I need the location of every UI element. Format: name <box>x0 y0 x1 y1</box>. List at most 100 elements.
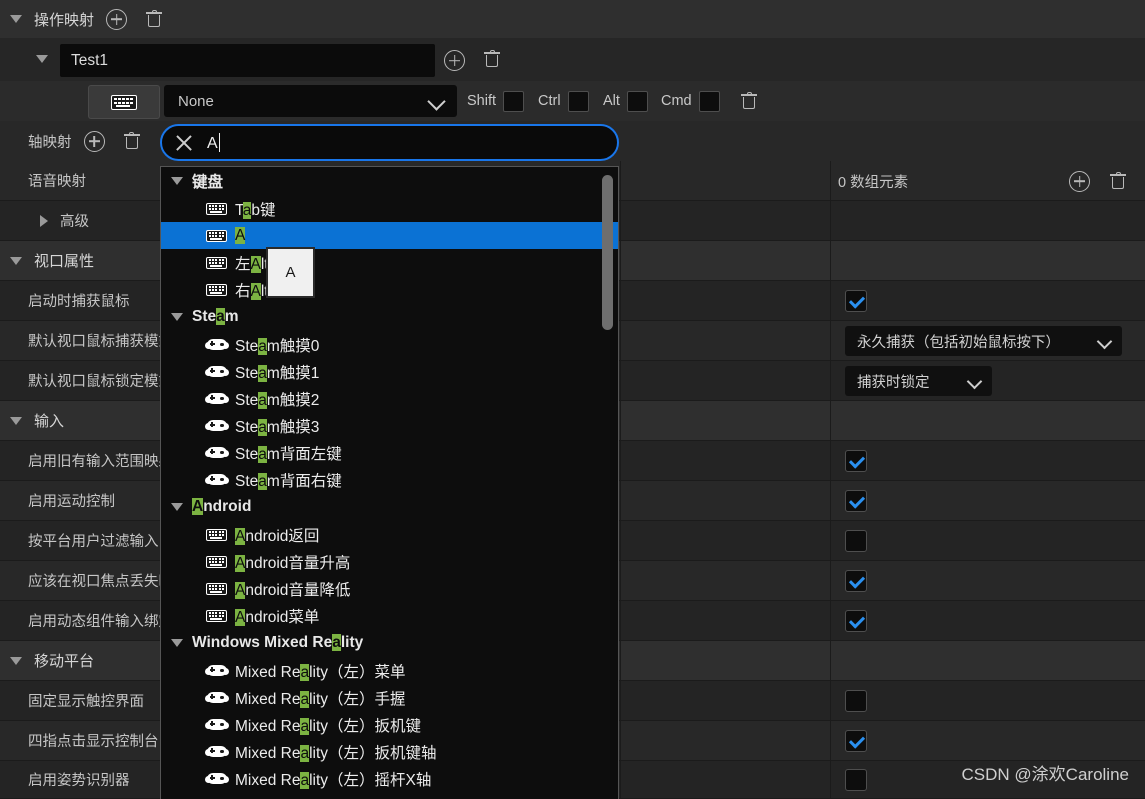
key-list-item[interactable]: Android菜单 <box>161 602 618 629</box>
category-label: 视口属性 <box>34 253 95 270</box>
property-combo[interactable]: 捕获时锁定 <box>845 366 992 396</box>
triangle-right-icon[interactable] <box>40 214 48 227</box>
property-checkbox[interactable] <box>845 490 867 512</box>
property-checkbox[interactable] <box>845 290 867 312</box>
add-key-binding-button[interactable] <box>444 50 465 71</box>
key-item-label: Steam触摸3 <box>235 418 320 436</box>
key-list-item[interactable]: A <box>161 222 618 249</box>
keyboard-icon <box>206 528 227 541</box>
key-group-name: Android <box>192 498 252 515</box>
property-checkbox[interactable] <box>845 570 867 592</box>
key-list-item[interactable]: Steam背面左键 <box>161 439 618 466</box>
key-list-item[interactable]: Mixed Reality（左）扳机键 <box>161 711 618 738</box>
key-list-item[interactable]: Android返回 <box>161 521 618 548</box>
triangle-down-icon[interactable] <box>10 15 22 23</box>
key-group-header[interactable]: Steam <box>161 303 618 331</box>
property-combo[interactable]: 永久捕获（包括初始鼠标按下） <box>845 326 1122 356</box>
delete-action-mapping-button[interactable] <box>146 10 163 28</box>
key-group-header[interactable]: Windows Mixed Reality <box>161 629 618 657</box>
triangle-down-icon[interactable] <box>171 177 183 185</box>
key-list-item[interactable]: Steam背面右键 <box>161 466 618 493</box>
key-list-item[interactable]: Mixed Reality（左）菜单 <box>161 657 618 684</box>
property-checkbox[interactable] <box>845 450 867 472</box>
add-array-element-button[interactable] <box>1069 170 1091 192</box>
property-checkbox[interactable] <box>845 530 867 552</box>
key-list-item[interactable]: 左Alt <box>161 249 618 276</box>
add-axis-mapping-button[interactable] <box>83 130 105 152</box>
triangle-down-icon[interactable] <box>10 416 22 425</box>
action-mapping-entry-row: Test1 <box>0 38 1145 82</box>
key-item-icon <box>203 473 230 486</box>
column-splitter-right[interactable] <box>830 161 831 799</box>
delete-axis-mapping-button[interactable] <box>123 132 140 150</box>
modifier-cmd[interactable]: Cmd <box>661 81 734 121</box>
triangle-down-icon[interactable] <box>10 656 22 665</box>
key-select-combo[interactable]: None <box>164 85 457 117</box>
triangle-down-icon[interactable] <box>36 55 48 63</box>
gamepad-icon <box>204 718 229 731</box>
property-label: 启用动态组件输入绑定 <box>28 614 173 630</box>
key-list-item[interactable]: Tab键 <box>161 195 618 222</box>
clear-x-icon[interactable] <box>175 134 193 152</box>
key-list-item[interactable]: Mixed Reality（左）扳机键轴 <box>161 738 618 765</box>
key-list-item[interactable]: Steam触摸2 <box>161 385 618 412</box>
triangle-down-icon[interactable] <box>171 503 183 511</box>
gamepad-icon <box>204 473 229 486</box>
delete-key-binding-button[interactable] <box>741 92 757 110</box>
key-group-header[interactable]: Android <box>161 493 618 521</box>
key-search-box[interactable]: A <box>160 124 619 161</box>
gamepad-icon <box>204 338 229 351</box>
key-list-item[interactable]: Steam触摸0 <box>161 331 618 358</box>
property-label: 启用旧有输入范围映射 <box>28 454 173 470</box>
trash-icon <box>123 132 140 150</box>
delete-action-button[interactable] <box>484 50 500 68</box>
delete-array-button[interactable] <box>1110 172 1127 190</box>
modifier-ctrl-checkbox[interactable] <box>567 90 589 112</box>
modifier-ctrl[interactable]: Ctrl <box>538 81 603 121</box>
keyboard-icon <box>206 283 227 296</box>
key-list-item[interactable]: Mixed Reality（左）手握 <box>161 684 618 711</box>
key-item-icon <box>203 283 230 296</box>
keyboard-icon <box>206 256 227 269</box>
scrollbar-thumb[interactable] <box>602 175 613 330</box>
key-results-list[interactable]: 键盘 Tab键 A 左Alt 右Alt Steam Steam触摸0 Steam触摸1 Stea… <box>160 166 619 799</box>
trash-icon <box>1110 172 1127 190</box>
category-label: 输入 <box>34 413 65 430</box>
gamepad-icon <box>204 745 229 758</box>
keyboard-icon <box>206 229 227 242</box>
modifier-cmd-label: Cmd <box>661 93 692 109</box>
key-search-input[interactable]: A <box>207 132 221 153</box>
key-item-label: Steam触摸2 <box>235 391 320 409</box>
key-list-item[interactable]: 右Alt <box>161 276 618 303</box>
property-checkbox[interactable] <box>845 610 867 632</box>
modifier-alt-checkbox[interactable] <box>626 90 648 112</box>
keyboard-icon <box>111 94 137 110</box>
key-item-icon <box>203 338 230 351</box>
modifier-cmd-checkbox[interactable] <box>698 90 720 112</box>
key-item-label: Android音量升高 <box>235 554 351 572</box>
add-action-mapping-button[interactable] <box>106 8 128 30</box>
modifier-alt[interactable]: Alt <box>603 81 662 121</box>
array-value-cell: 0 数组元素 <box>838 161 1127 201</box>
key-group-header[interactable]: 键盘 <box>161 167 618 195</box>
key-list-scrollbar[interactable] <box>602 175 613 733</box>
device-keyboard-button[interactable] <box>88 85 160 119</box>
column-splitter-left[interactable] <box>620 161 621 799</box>
triangle-down-icon[interactable] <box>171 639 183 647</box>
key-item-label: 左Alt <box>235 255 269 273</box>
modifier-shift-checkbox[interactable] <box>503 90 525 112</box>
property-checkbox[interactable] <box>845 730 867 752</box>
modifier-shift[interactable]: Shift <box>467 81 538 121</box>
triangle-down-icon[interactable] <box>171 313 183 321</box>
key-list-item[interactable]: Android音量降低 <box>161 575 618 602</box>
property-checkbox[interactable] <box>845 769 867 791</box>
key-list-item[interactable]: Mixed Reality（左）摇杆X轴 <box>161 765 618 792</box>
chevron-down-icon <box>427 92 446 111</box>
action-mapping-header[interactable]: 操作映射 <box>0 0 1145 39</box>
key-list-item[interactable]: Steam触摸3 <box>161 412 618 439</box>
triangle-down-icon[interactable] <box>10 256 22 265</box>
key-list-item[interactable]: Android音量升高 <box>161 548 618 575</box>
key-list-item[interactable]: Steam触摸1 <box>161 358 618 385</box>
property-checkbox[interactable] <box>845 690 867 712</box>
action-name-input[interactable]: Test1 <box>60 44 435 77</box>
